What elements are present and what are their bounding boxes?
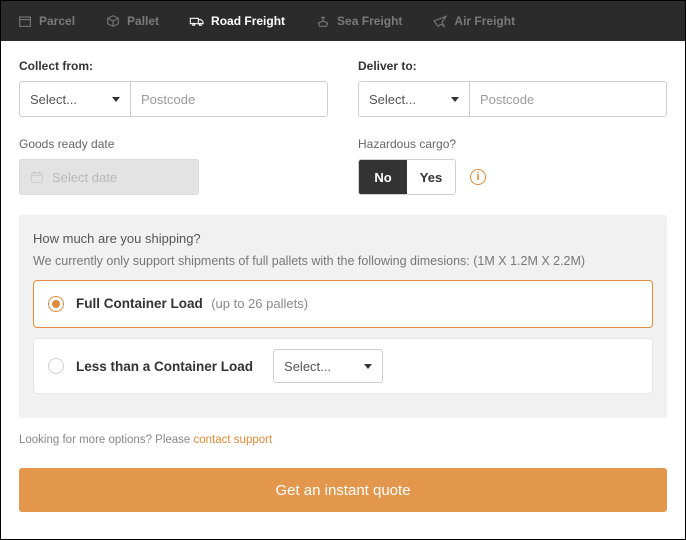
freight-type-tabbar: Parcel Pallet Road Freight Sea Freight A… (1, 1, 685, 41)
tab-label: Air Freight (454, 14, 515, 28)
hazard-no-button[interactable]: No (359, 160, 407, 194)
info-icon[interactable]: i (470, 169, 486, 185)
deliver-to-combo: Select... (358, 81, 667, 117)
collect-postcode-input[interactable] (131, 82, 327, 116)
option-full-container[interactable]: Full Container Load (up to 26 pallets) (33, 280, 653, 328)
quote-form-panel: Collect from: Select... Deliver to: Sele… (1, 41, 685, 530)
goods-date-input[interactable]: Select date (19, 159, 199, 195)
tab-sea-freight[interactable]: Sea Freight (309, 9, 408, 33)
fcl-subtitle: (up to 26 pallets) (211, 296, 308, 311)
deliver-postcode-input[interactable] (470, 82, 666, 116)
date-placeholder: Select date (52, 170, 117, 185)
goods-date-label: Goods ready date (19, 137, 328, 151)
hazard-toggle: No Yes (358, 159, 456, 195)
select-value: Select... (30, 92, 77, 107)
select-value: Select... (369, 92, 416, 107)
shipping-note: We currently only support shipments of f… (33, 254, 653, 268)
tab-parcel[interactable]: Parcel (11, 9, 81, 33)
fcl-title: Full Container Load (76, 296, 203, 311)
contact-support-link[interactable]: contact support (194, 434, 273, 446)
option-less-container[interactable]: Less than a Container Load Select... (33, 338, 653, 394)
lcl-title: Less than a Container Load (76, 359, 253, 374)
select-value: Select... (284, 359, 331, 374)
chevron-down-icon (364, 364, 372, 369)
lcl-quantity-select[interactable]: Select... (273, 349, 383, 383)
collect-from-label: Collect from: (19, 59, 328, 73)
more-options-note: Looking for more options? Please contact… (19, 434, 667, 446)
parcel-icon (17, 13, 33, 29)
collect-from-combo: Select... (19, 81, 328, 117)
tab-label: Sea Freight (337, 14, 402, 28)
deliver-to-label: Deliver to: (358, 59, 667, 73)
shipping-amount-section: How much are you shipping? We currently … (19, 215, 667, 418)
get-quote-button[interactable]: Get an instant quote (19, 468, 667, 512)
ship-icon (315, 13, 331, 29)
radio-unselected-icon (48, 358, 64, 374)
shipping-question: How much are you shipping? (33, 231, 653, 246)
tab-air-freight[interactable]: Air Freight (426, 9, 521, 33)
chevron-down-icon (112, 97, 120, 102)
calendar-icon (30, 170, 44, 184)
tab-road-freight[interactable]: Road Freight (183, 9, 291, 33)
hazard-yes-button[interactable]: Yes (407, 160, 455, 194)
tab-label: Road Freight (211, 14, 285, 28)
truck-icon (189, 13, 205, 29)
chevron-down-icon (451, 97, 459, 102)
tab-pallet[interactable]: Pallet (99, 9, 165, 33)
deliver-country-select[interactable]: Select... (359, 82, 470, 116)
tab-label: Parcel (39, 14, 75, 28)
plane-icon (432, 13, 448, 29)
footer-text: Looking for more options? Please (19, 434, 194, 446)
tab-label: Pallet (127, 14, 159, 28)
collect-country-select[interactable]: Select... (20, 82, 131, 116)
pallet-icon (105, 13, 121, 29)
radio-selected-icon (48, 296, 64, 312)
hazard-label: Hazardous cargo? (358, 137, 667, 151)
